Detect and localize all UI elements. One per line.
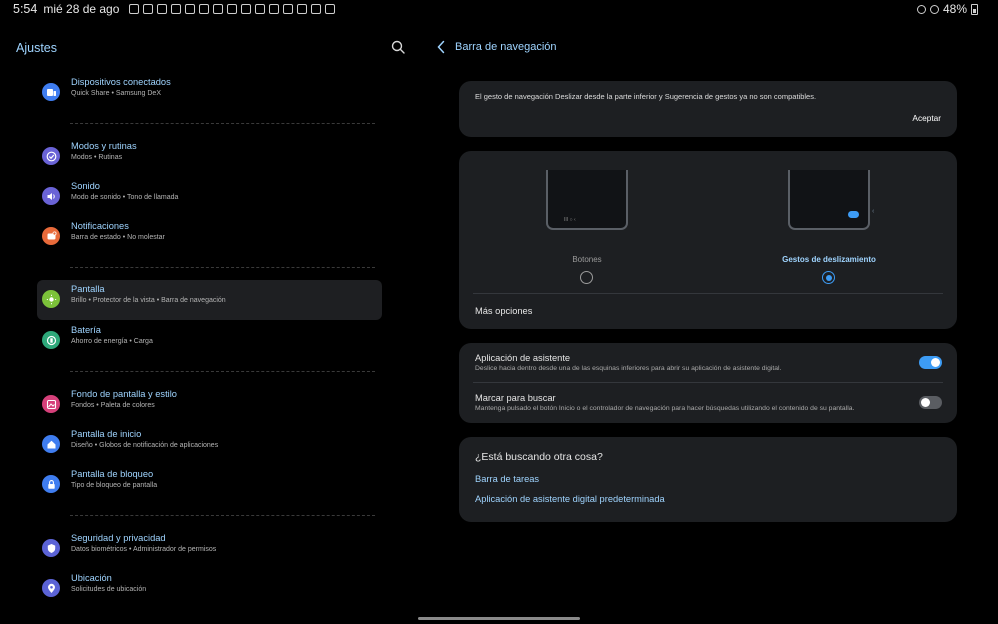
bell-icon [283,4,294,14]
gestures-preview[interactable] [788,170,870,230]
wifi-icon [929,4,939,14]
search-sub: Mantenga pulsado el botón Inicio o el co… [475,405,855,412]
battery-percent: 48% [942,2,967,16]
radio-buttons[interactable] [580,271,593,284]
notification-icons [129,4,336,14]
settings-item-security[interactable]: Seguridad y privacidad Datos biométricos… [37,529,382,569]
search-toggle[interactable] [919,396,942,409]
window-icon [325,4,336,14]
option-gestures-label: Gestos de deslizamiento [782,255,876,264]
file-icon [297,4,308,14]
search-title: Marcar para buscar [475,393,556,403]
gesture-handle [848,211,859,218]
bell-icon [227,4,238,14]
settings-item-home-screen[interactable]: Pantalla de inicio Diseño • Globos de no… [37,425,382,465]
assistant-toggle[interactable] [919,356,942,369]
status-bar: 5:54 mié 28 de ago 48% [0,0,998,18]
bell-icon [269,4,280,14]
status-date: mié 28 de ago [43,2,120,16]
assistant-title: Aplicación de asistente [475,353,571,363]
lock-icon [42,475,60,493]
more-options-link[interactable]: Más opciones [475,306,532,316]
bell-icon [255,4,266,14]
mail-icon [157,4,168,14]
settings-item-modes[interactable]: Modos y rutinas Modos • Rutinas [37,137,382,177]
settings-item-wallpaper[interactable]: Fondo de pantalla y estilo Fondos • Pale… [37,385,382,425]
battery-icon [42,331,60,349]
app-icon [199,4,210,14]
default-assistant-link[interactable]: Aplicación de asistente digital predeter… [475,494,665,504]
status-time: 5:54 [13,2,38,16]
mail-icon [143,4,154,14]
home-indicator[interactable] [418,617,580,620]
check-icon [42,147,60,165]
image-icon [241,4,252,14]
assistant-sub: Deslice hacia dentro desde una de las es… [475,365,782,372]
divider [473,382,943,383]
whatsapp-icon [129,4,140,14]
settings-item-display[interactable]: Pantalla Brillo • Protector de la vista … [37,280,382,320]
devices-icon [42,83,60,101]
window-icon [311,4,322,14]
notice-text: El gesto de navegación Deslizar desde la… [475,92,817,101]
nav-type-card: III ○ ‹ Botones ‹ Gestos de deslizamient… [459,151,957,329]
settings-title: Ajustes [16,41,57,55]
cloud-icon [213,4,224,14]
looking-card: ¿Está buscando otra cosa? Barra de tarea… [459,437,957,522]
taskbar-link[interactable]: Barra de tareas [475,474,539,484]
mail-icon [171,4,182,14]
location-icon [42,579,60,597]
search-icon[interactable] [391,40,405,54]
looking-title: ¿Está buscando otra cosa? [475,451,603,463]
settings-item-battery[interactable]: Batería Ahorro de energía • Carga [37,321,382,361]
settings-item-lock-screen[interactable]: Pantalla de bloqueo Tipo de bloqueo de p… [37,465,382,505]
divider [70,123,375,124]
settings-panel: Ajustes Dispositivos conectados Quick Sh… [0,28,420,618]
toggles-card: Aplicación de asistente Deslice hacia de… [459,343,957,423]
nav-buttons-glyphs: III ○ ‹ [564,217,576,223]
radio-gestures[interactable] [822,271,835,284]
shield-icon [42,539,60,557]
option-buttons-label: Botones [572,255,602,264]
settings-item-location[interactable]: Ubicación Solicitudes de ubicación [37,569,382,609]
accept-button[interactable]: Aceptar [912,113,941,123]
settings-item-connected-devices[interactable]: Dispositivos conectados Quick Share • Sa… [37,73,382,113]
battery-icon [971,3,978,15]
settings-item-notifications[interactable]: Notificaciones Barra de estado • No mole… [37,217,382,257]
divider [473,293,943,294]
divider [70,267,375,268]
bell-icon [42,227,60,245]
divider [70,371,375,372]
home-icon [42,435,60,453]
settings-item-sound[interactable]: Sonido Modo de sonido • Tono de llamada [37,177,382,217]
app-icon [185,4,196,14]
buttons-preview[interactable]: III ○ ‹ [546,170,628,230]
page-title: Barra de navegación [455,41,557,53]
speaker-icon [42,187,60,205]
back-icon[interactable] [436,40,446,54]
image-icon [42,395,60,413]
notice-card: El gesto de navegación Deslizar desde la… [459,81,957,137]
alarm-icon [916,4,926,14]
divider [70,515,375,516]
sun-icon [42,290,60,308]
